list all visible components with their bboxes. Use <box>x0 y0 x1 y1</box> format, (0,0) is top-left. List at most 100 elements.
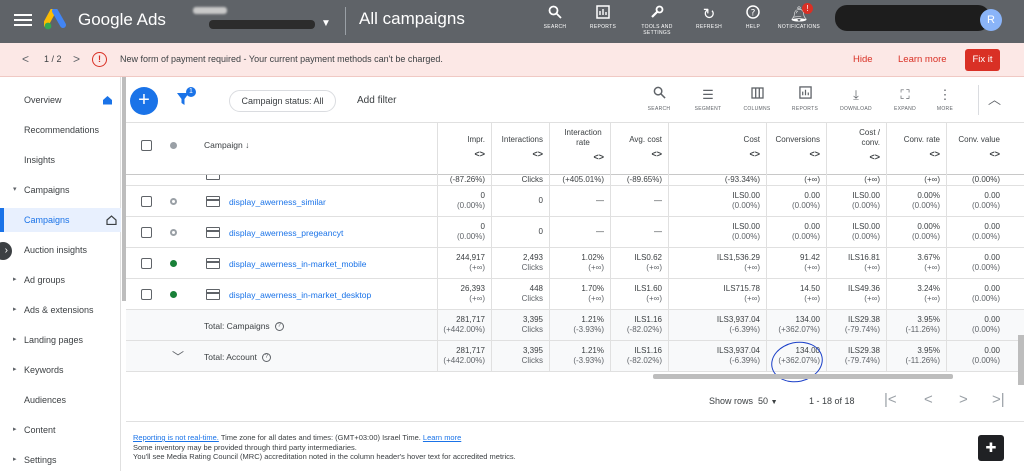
enabled-status-icon[interactable] <box>170 260 177 267</box>
row-checkbox[interactable] <box>141 227 152 238</box>
campaign-link[interactable]: display_awerness_in-market_mobile <box>229 259 366 269</box>
prev-page-icon[interactable]: < <box>924 391 933 408</box>
sidebar-item-landing-pages[interactable]: ▸ Landing pages <box>0 328 121 352</box>
row-checkbox[interactable] <box>141 258 152 269</box>
campaign-header[interactable]: Campaign ↓ <box>204 140 249 150</box>
sidebar-item-audiences[interactable]: Audiences <box>0 388 121 412</box>
sidebar-item-content[interactable]: ▸ Content <box>0 418 121 442</box>
segment-button[interactable]: ☰ SEGMENT <box>689 86 727 112</box>
value: 1.70% <box>581 284 604 293</box>
notifications-button[interactable]: 🔔︎ ! NOTIFICATIONS <box>774 3 824 30</box>
tools-settings-button[interactable]: TOOLS AND SETTINGS <box>632 5 682 36</box>
avatar[interactable]: R <box>980 9 1002 31</box>
campaign-link[interactable]: display_awerness_similar <box>229 197 326 207</box>
conv-value-header[interactable]: Conv. value <> <box>946 123 1006 175</box>
value: 2,493 <box>522 253 543 262</box>
sidebar-item-ads-extensions[interactable]: ▸ Ads & extensions <box>0 298 121 322</box>
table-row-partial: (-87.26%) Clicks (+405.01%) (-89.65%) (-… <box>126 175 1024 186</box>
value: 0.00 <box>984 315 1000 324</box>
paused-status-icon[interactable] <box>170 229 177 236</box>
chevron-right-icon[interactable]: > <box>73 52 80 66</box>
campaign-link[interactable]: display_awerness_pregeancyt <box>229 228 343 238</box>
value: 1.02% <box>581 253 604 262</box>
sort-icon: <> <box>593 152 604 162</box>
table-search-button[interactable]: SEARCH <box>640 86 678 112</box>
feedback-chat-button[interactable]: ✚ <box>978 435 1004 461</box>
add-campaign-button[interactable]: + <box>130 87 158 115</box>
interaction-rate-header[interactable]: Interaction rate <> <box>549 123 610 175</box>
table-row[interactable]: display_awerness_pregeancyt 0 (0.00%) 0 —… <box>126 217 1024 248</box>
sidebar-item-auction-insights[interactable]: Auction insights <box>0 238 121 262</box>
sidebar-item-label: Ad groups <box>24 275 66 285</box>
sidebar-item-settings[interactable]: ▸ Settings <box>0 448 121 472</box>
sidebar-item-recommendations[interactable]: Recommendations <box>0 118 121 142</box>
display-campaign-icon <box>206 289 220 300</box>
help-button[interactable]: ? HELP <box>728 5 778 30</box>
help-icon[interactable]: ? <box>274 322 284 332</box>
type: Clicks <box>521 294 543 303</box>
row-checkbox[interactable] <box>141 196 152 207</box>
chevron-down-icon[interactable]: ﹀ <box>172 348 184 365</box>
divider <box>345 7 346 35</box>
table-row[interactable]: display_awerness_in-market_desktop 26,39… <box>126 279 1024 310</box>
conv-rate-header[interactable]: Conv. rate <> <box>886 123 946 175</box>
horizontal-scrollbar[interactable] <box>653 374 953 379</box>
hide-button[interactable]: Hide <box>853 54 873 65</box>
menu-icon[interactable] <box>14 11 32 29</box>
chevron-up-icon[interactable]: ︿ <box>988 89 1001 108</box>
help-icon[interactable]: ? <box>261 353 271 363</box>
table-row[interactable]: display_awerness_in-market_mobile 244,91… <box>126 248 1024 279</box>
cost-header[interactable]: Cost <> <box>668 123 766 175</box>
brand-name[interactable]: Google Ads <box>78 10 166 30</box>
avg-cost-cell: — <box>610 227 668 237</box>
row-checkbox[interactable] <box>141 289 152 300</box>
fix-it-button[interactable]: Fix it <box>965 49 1000 71</box>
change: (0.00%) <box>791 201 820 210</box>
paused-status-icon[interactable] <box>170 198 177 205</box>
interactions-header[interactable]: Interactions <> <box>491 123 549 175</box>
sidebar-item-label: Insights <box>24 155 56 165</box>
sidebar-item-campaigns[interactable]: Campaigns <box>0 208 121 232</box>
reporting-realtime-link[interactable]: Reporting is not real-time. <box>133 433 219 442</box>
sidebar-item-overview[interactable]: Overview <box>0 88 121 112</box>
change: (0.00%) <box>851 201 880 210</box>
cost-conv-cell: ILS16.81 (+∞) <box>826 253 886 273</box>
download-button[interactable]: ⤓ DOWNLOAD <box>837 86 875 112</box>
columns-button[interactable]: COLUMNS <box>738 86 776 112</box>
show-rows-selector[interactable]: Show rows 50 ▼ <box>709 396 778 406</box>
value: 1.21% <box>581 315 604 324</box>
table-row[interactable]: display_awerness_similar 0 (0.00%) 0 — — … <box>126 186 1024 217</box>
account-name-redacted <box>193 7 227 14</box>
error-icon: ! <box>92 52 107 67</box>
chevron-left-icon[interactable]: < <box>22 52 29 66</box>
top-search-button[interactable]: SEARCH <box>530 5 580 30</box>
more-button[interactable]: ⋮ MORE <box>926 86 964 112</box>
next-page-icon[interactable]: > <box>959 391 968 408</box>
learn-more-link[interactable]: Learn more <box>898 54 947 65</box>
expand-button[interactable]: ⛶ EXPAND <box>886 86 924 112</box>
campaign-status-chip[interactable]: Campaign status: All <box>229 90 336 112</box>
change: (0.00%) <box>971 263 1000 272</box>
conversions-header[interactable]: Conversions <> <box>766 123 826 175</box>
refresh-button[interactable]: ↻ REFRESH <box>684 5 734 30</box>
avg-cost-header[interactable]: Avg. cost <> <box>610 123 668 175</box>
table-reports-button[interactable]: REPORTS <box>786 86 824 112</box>
select-all-checkbox[interactable] <box>141 140 152 151</box>
sidebar-item-label: Ads & extensions <box>24 305 94 315</box>
account-selector[interactable]: ▼ <box>193 5 333 35</box>
sidebar-group-campaigns[interactable]: ▾ Campaigns <box>0 178 121 202</box>
sidebar-item-insights[interactable]: Insights <box>0 148 121 172</box>
last-page-icon[interactable]: >| <box>992 391 1005 408</box>
add-filter-button[interactable]: Add filter <box>357 95 396 106</box>
enabled-status-icon[interactable] <box>170 291 177 298</box>
sidebar-item-keywords[interactable]: ▸ Keywords <box>0 358 121 382</box>
impr-header[interactable]: Impr. <> <box>437 123 491 175</box>
top-reports-button[interactable]: REPORTS <box>578 5 628 30</box>
first-page-icon[interactable]: |< <box>884 391 897 408</box>
campaign-link[interactable]: display_awerness_in-market_desktop <box>229 290 371 300</box>
cost-per-conv-header[interactable]: Cost / conv. <> <box>826 123 886 175</box>
sidebar-item-ad-groups[interactable]: ▸ Ad groups <box>0 268 121 292</box>
vertical-scrollbar[interactable] <box>1018 335 1024 385</box>
impr-cell: 0 (0.00%) <box>437 222 491 242</box>
info-learn-more-link[interactable]: Learn more <box>423 433 461 442</box>
